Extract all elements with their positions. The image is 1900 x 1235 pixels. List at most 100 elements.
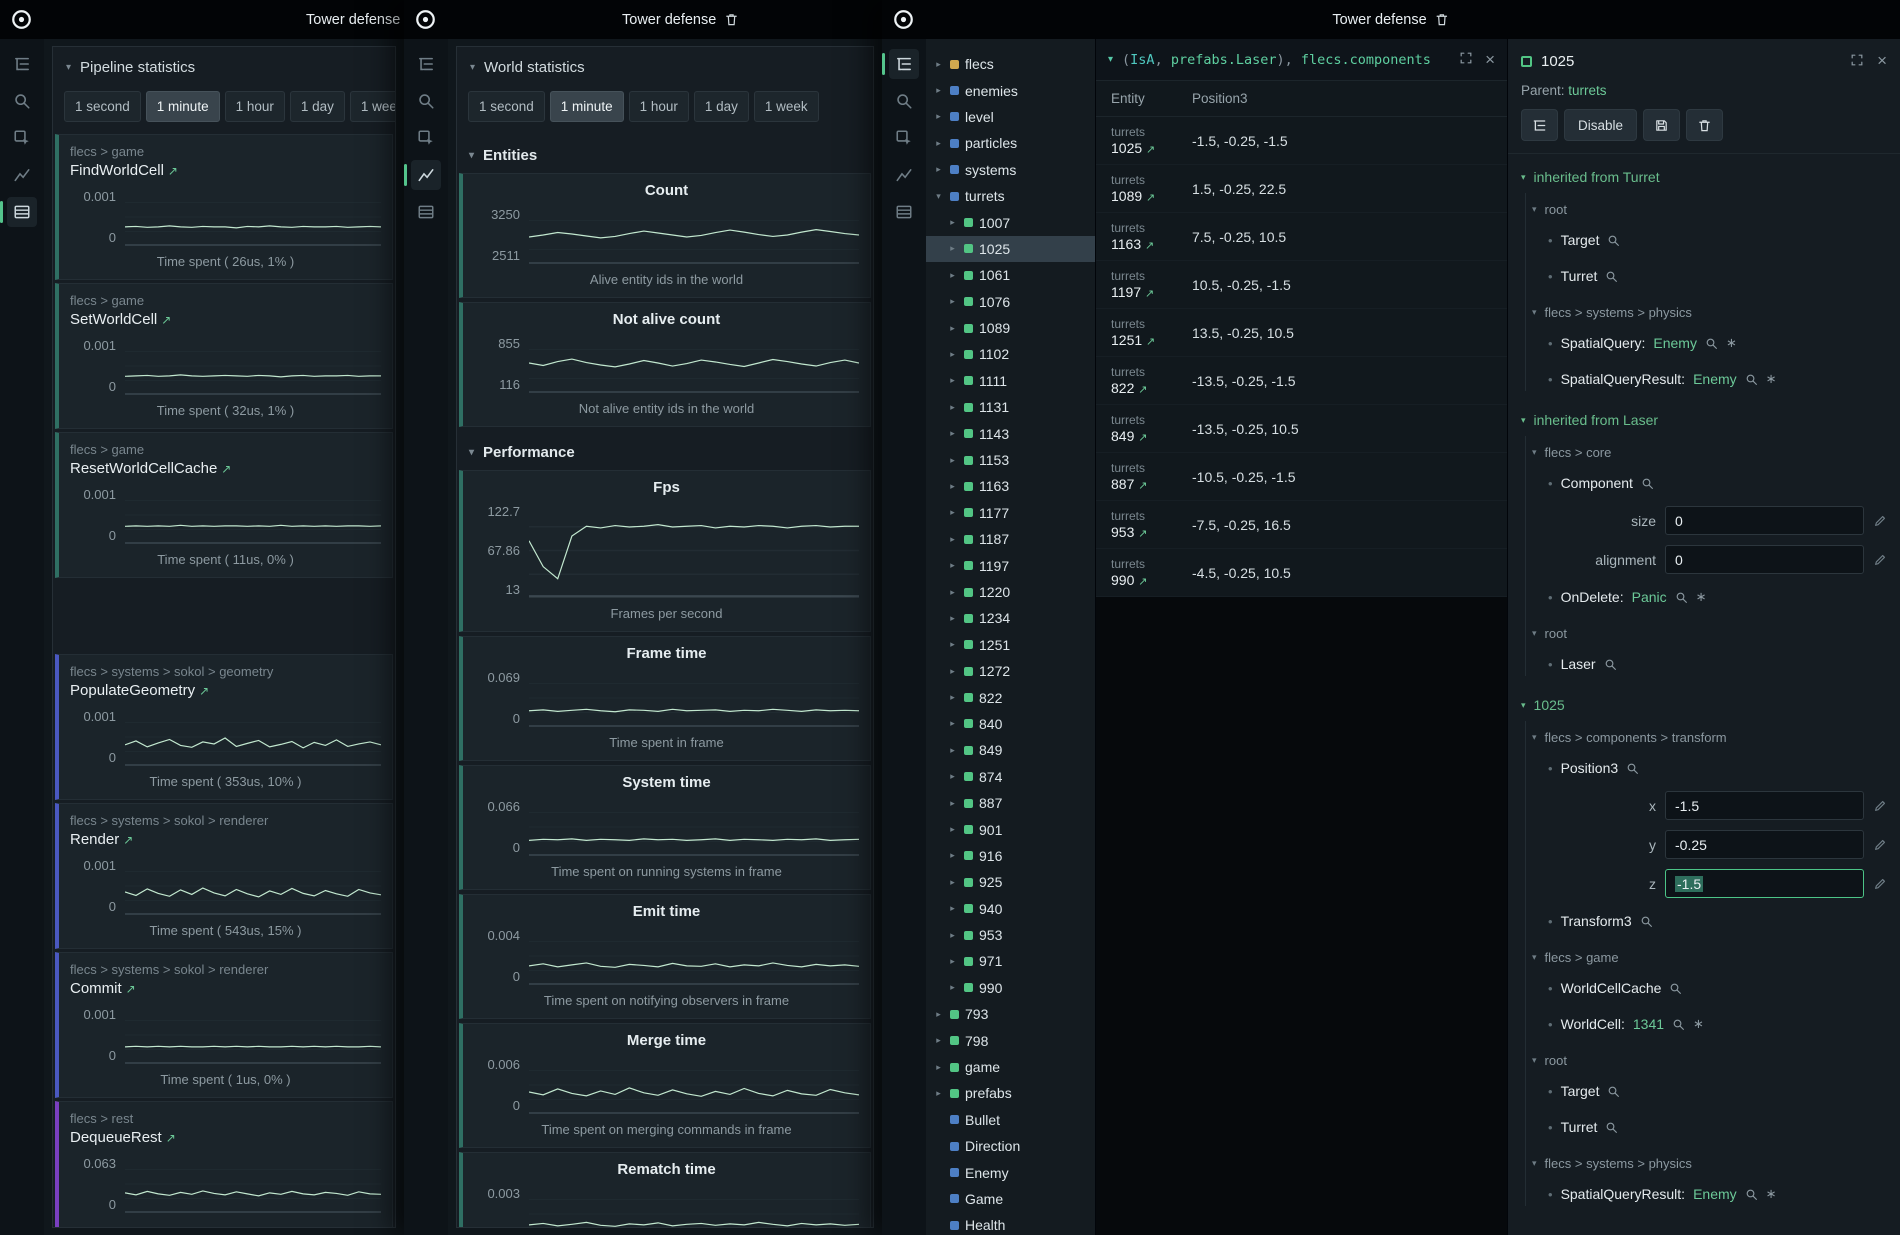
tree-item-level[interactable]: ▸ level	[926, 104, 1095, 130]
chevron-icon[interactable]: ▸	[947, 692, 958, 703]
query-result-row-1025[interactable]: turrets 1025 ↗ -1.5, -0.25, -1.5	[1096, 117, 1507, 165]
entity-id-link[interactable]: 1089 ↗	[1111, 188, 1192, 204]
trash-icon[interactable]	[724, 12, 739, 27]
tab-1-minute[interactable]: 1 minute	[146, 91, 220, 122]
search-icon[interactable]	[1669, 982, 1682, 995]
chart-icon[interactable]	[411, 160, 441, 190]
chevron-icon[interactable]: ▸	[947, 296, 958, 307]
chevron-down-icon[interactable]: ▾	[1108, 54, 1113, 65]
chevron-icon[interactable]: ▸	[947, 428, 958, 439]
search-icon[interactable]	[1626, 762, 1639, 775]
tree-item-916[interactable]: ▸ 916	[926, 843, 1095, 869]
tree-item-1143[interactable]: ▸ 1143	[926, 420, 1095, 446]
stat-link[interactable]: PopulateGeometry↗	[70, 682, 381, 699]
chevron-icon[interactable]: ▸	[947, 323, 958, 334]
chart-icon[interactable]	[7, 160, 37, 190]
tab-1-minute[interactable]: 1 minute	[550, 91, 624, 122]
tree-item-1220[interactable]: ▸ 1220	[926, 579, 1095, 605]
trash-icon[interactable]	[1435, 12, 1450, 27]
component-row[interactable]: • OnDelete:Panic∗	[1508, 579, 1900, 615]
chart-icon[interactable]	[889, 160, 919, 190]
tree-item-1131[interactable]: ▸ 1131	[926, 394, 1095, 420]
tree-item-1234[interactable]: ▸ 1234	[926, 605, 1095, 631]
search-icon[interactable]	[1605, 270, 1618, 283]
component-path[interactable]: ▾flecs > systems > physics	[1508, 1145, 1900, 1176]
section-header[interactable]: ▾inherited from Laser	[1508, 397, 1900, 434]
component-row[interactable]: • Position3	[1508, 750, 1900, 786]
search-icon[interactable]	[1745, 1188, 1758, 1201]
chevron-icon[interactable]: ▸	[947, 956, 958, 967]
component-row[interactable]: • WorldCell:1341∗	[1508, 1006, 1900, 1042]
tree-item-Enemy[interactable]: Enemy	[926, 1159, 1095, 1185]
alignment-input[interactable]: 0	[1665, 545, 1864, 574]
tree-item-Bullet[interactable]: Bullet	[926, 1107, 1095, 1133]
tree-item-1102[interactable]: ▸ 1102	[926, 341, 1095, 367]
chevron-icon[interactable]: ▸	[947, 402, 958, 413]
tree-item-849[interactable]: ▸ 849	[926, 737, 1095, 763]
edit-icon[interactable]	[1873, 838, 1887, 852]
query-result-row-887[interactable]: turrets 887 ↗ -10.5, -0.25, -1.5	[1096, 453, 1507, 501]
query-expression-input[interactable]: (IsA, prefabs.Laser), flecs.components	[1122, 52, 1450, 68]
search-icon[interactable]	[411, 86, 441, 116]
y-input[interactable]: -0.25	[1665, 830, 1864, 859]
tree-item-particles[interactable]: ▸ particles	[926, 130, 1095, 156]
tree-item-1061[interactable]: ▸ 1061	[926, 262, 1095, 288]
size-input[interactable]: 0	[1665, 506, 1864, 535]
chevron-icon[interactable]: ▸	[947, 349, 958, 360]
tab-1-week[interactable]: 1 week	[754, 91, 819, 122]
tree-item-1076[interactable]: ▸ 1076	[926, 289, 1095, 315]
edit-icon[interactable]	[1873, 553, 1887, 567]
tree-item-840[interactable]: ▸ 840	[926, 711, 1095, 737]
query-result-row-1089[interactable]: turrets 1089 ↗ 1.5, -0.25, 22.5	[1096, 165, 1507, 213]
tab-1-hour[interactable]: 1 hour	[629, 91, 689, 122]
chevron-icon[interactable]: ▸	[947, 877, 958, 888]
component-path[interactable]: ▾root	[1508, 615, 1900, 646]
chevron-icon[interactable]: ▸	[947, 639, 958, 650]
search-icon[interactable]	[1605, 1121, 1618, 1134]
expand-icon[interactable]	[1459, 51, 1473, 68]
chevron-icon[interactable]: ▸	[947, 560, 958, 571]
tree-item-1177[interactable]: ▸ 1177	[926, 500, 1095, 526]
close-icon[interactable]: ×	[1877, 51, 1887, 71]
panel-header[interactable]: ▾ Pipeline statistics	[53, 47, 395, 84]
tree-item-874[interactable]: ▸ 874	[926, 764, 1095, 790]
table-icon[interactable]	[889, 197, 919, 227]
component-row[interactable]: • SpatialQueryResult:Enemy∗	[1508, 1176, 1900, 1212]
edit-icon[interactable]	[1873, 877, 1887, 891]
component-value-link[interactable]: Enemy	[1693, 371, 1737, 387]
component-row[interactable]: • Laser	[1508, 646, 1900, 682]
component-row[interactable]: • Turret	[1508, 1109, 1900, 1145]
section-header[interactable]: ▾Performance	[457, 431, 873, 470]
tree-item-901[interactable]: ▸ 901	[926, 816, 1095, 842]
chevron-icon[interactable]: ▸	[933, 85, 944, 96]
hierarchy-button[interactable]	[1521, 109, 1558, 141]
query-result-row-953[interactable]: turrets 953 ↗ -7.5, -0.25, 16.5	[1096, 501, 1507, 549]
chevron-icon[interactable]: ▸	[947, 270, 958, 281]
chevron-icon[interactable]: ▸	[933, 59, 944, 70]
chevron-icon[interactable]: ▸	[947, 982, 958, 993]
component-value-link[interactable]: Enemy	[1653, 335, 1697, 351]
chevron-icon[interactable]: ▸	[947, 613, 958, 624]
tab-1-second[interactable]: 1 second	[64, 91, 141, 122]
tree-item-1272[interactable]: ▸ 1272	[926, 658, 1095, 684]
section-header[interactable]: ▾1025	[1508, 682, 1900, 719]
search-icon[interactable]	[1607, 234, 1620, 247]
chevron-icon[interactable]: ▸	[947, 718, 958, 729]
section-header[interactable]: ▾inherited from Turret	[1508, 154, 1900, 191]
tree-icon[interactable]	[889, 49, 919, 79]
entity-id-link[interactable]: 822 ↗	[1111, 380, 1192, 396]
stat-link[interactable]: Render↗	[70, 831, 381, 848]
tree-item-enemies[interactable]: ▸ enemies	[926, 77, 1095, 103]
save-button[interactable]	[1643, 109, 1680, 141]
component-value-link[interactable]: Panic	[1632, 589, 1667, 605]
component-row[interactable]: • WorldCellCache	[1508, 970, 1900, 1006]
tree-item-1187[interactable]: ▸ 1187	[926, 526, 1095, 552]
tree-item-turrets[interactable]: ▾ turrets	[926, 183, 1095, 209]
entity-id-link[interactable]: 1197 ↗	[1111, 284, 1192, 300]
delete-button[interactable]	[1686, 109, 1723, 141]
search-icon[interactable]	[1641, 477, 1654, 490]
component-value-link[interactable]: 1341	[1633, 1016, 1664, 1032]
entity-id-link[interactable]: 1025 ↗	[1111, 140, 1192, 156]
component-row[interactable]: • Target	[1508, 222, 1900, 258]
chevron-icon[interactable]: ▸	[947, 850, 958, 861]
